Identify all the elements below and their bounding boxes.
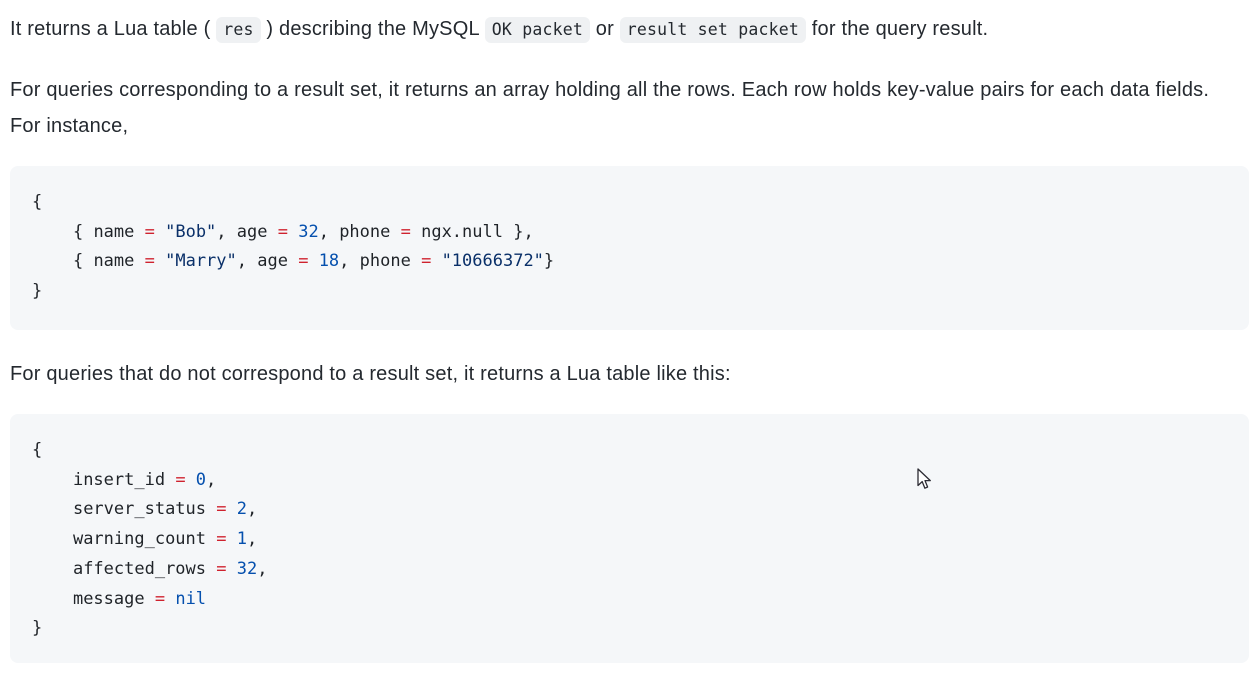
code-token-punct: , <box>339 251 360 272</box>
code-token-name: ngx.null <box>421 221 514 242</box>
code-token-punct: , <box>246 499 258 520</box>
code-token-name: message <box>72 588 155 609</box>
code-token-punct: , <box>206 469 217 490</box>
code-token-name: age <box>236 221 278 242</box>
code-token-str: "Bob" <box>165 221 217 242</box>
paragraph-no-result-set: For queries that do not correspond to a … <box>10 363 731 385</box>
code-token-num: 32 <box>298 221 319 242</box>
inline-code-result-set-packet: result set packet <box>619 17 806 43</box>
code-token-kw: nil <box>175 588 207 609</box>
code-token-name: age <box>257 251 299 272</box>
code-token-punct: } <box>543 251 555 272</box>
code-token-op: = <box>216 529 237 550</box>
code-token-punct: } <box>32 281 43 302</box>
code-token-punct: , <box>246 529 258 550</box>
code-token-op: = <box>216 558 237 579</box>
code-token-op: = <box>298 251 319 272</box>
code-token-str: "Marry" <box>165 251 237 272</box>
code-token-op: = <box>216 499 237 520</box>
code-token-punct: }, <box>513 221 534 242</box>
code-token-name: phone <box>339 221 401 242</box>
code-token-op: = <box>144 221 166 242</box>
code-token-name: name <box>93 251 145 272</box>
code-token-op: = <box>421 251 442 272</box>
code-token-name: name <box>93 221 145 242</box>
code-token-num: 0 <box>195 469 207 490</box>
code-block-ok-packet-content: { insert_id = 0, server_status = 2, warn… <box>10 436 1249 644</box>
code-token-num: 32 <box>236 558 258 579</box>
code-block-result-set-example: { { name = "Bob", age = 32, phone = ngx.… <box>10 166 1249 330</box>
paragraph-result-set: For queries corresponding to a result se… <box>10 79 1210 137</box>
code-block-result-set-content: { { name = "Bob", age = 32, phone = ngx.… <box>10 188 1249 307</box>
code-token-punct: { <box>72 221 94 242</box>
code-token-punct: { <box>32 440 43 460</box>
code-token-punct: { <box>32 192 43 212</box>
code-token-punct: { <box>72 251 94 272</box>
code-block-ok-packet-example: { insert_id = 0, server_status = 2, warn… <box>10 414 1249 663</box>
code-token-punct: , <box>318 221 340 242</box>
code-token-punct: , <box>216 221 237 242</box>
paragraph-intro: It returns a Lua table ( res ) describin… <box>10 0 1249 48</box>
code-token-num: 2 <box>236 499 247 520</box>
code-token-num: 18 <box>318 251 340 272</box>
paragraph-intro-text-2: ) describing the MySQL <box>260 18 485 40</box>
code-token-name: server_status <box>72 499 217 520</box>
code-token-punct: } <box>32 618 43 639</box>
code-token-name: phone <box>359 251 422 272</box>
paragraph-intro-text-4: for the query result. <box>806 18 989 40</box>
inline-code-res: res <box>216 17 261 43</box>
inline-code-ok-packet: OK packet <box>484 17 591 43</box>
paragraph-intro-text-1: It returns a Lua table ( <box>10 18 217 40</box>
code-token-op: = <box>154 588 176 609</box>
code-token-punct: , <box>257 558 268 579</box>
code-token-op: = <box>175 469 196 490</box>
code-token-num: 1 <box>236 529 247 550</box>
document-page: It returns a Lua table ( res ) describin… <box>0 0 1259 676</box>
code-token-op: = <box>277 221 299 242</box>
paragraph-intro-text-3: or <box>590 18 620 40</box>
code-token-op: = <box>400 221 422 242</box>
code-token-punct: , <box>236 251 258 272</box>
code-token-name: insert_id <box>72 469 176 490</box>
code-token-name: affected_rows <box>72 558 217 579</box>
code-token-name: warning_count <box>72 529 217 550</box>
code-token-op: = <box>144 251 166 272</box>
code-token-str: "10666372" <box>441 251 544 272</box>
